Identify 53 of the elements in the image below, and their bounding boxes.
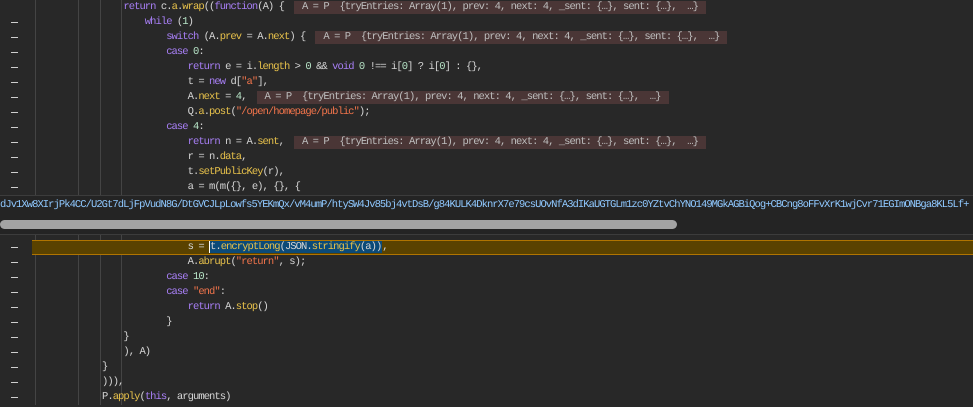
dash-icon[interactable] — [11, 322, 18, 324]
code-line: P.apply(this, arguments) — [100, 390, 230, 405]
inline-value-hint: A = P {tryEntries: Array(1), prev: 4, next: 4, _sent: {…}, sent: {…}, …} — [294, 1, 706, 14]
code-line: ))), — [100, 375, 124, 390]
dash-icon[interactable] — [11, 366, 18, 368]
dash-icon[interactable] — [11, 82, 18, 84]
code-line: } — [100, 360, 108, 375]
dash-icon[interactable] — [11, 262, 18, 264]
inline-value-hint: A = P {tryEntries: Array(1), prev: 4, next: 4, _sent: {…}, sent: {…}, …} — [315, 31, 728, 44]
inline-value-hint: A = P {tryEntries: Array(1), prev: 4, next: 4, _sent: {…}, sent: {…}, …} — [256, 91, 668, 104]
code-line: return e = i.length > 0 && void 0 !== i[0] ? i[0] : {}, — [186, 60, 482, 75]
code-line: return n = A.sent, — [186, 135, 284, 150]
code-line: a = m(m({}, e), {}, { — [186, 180, 300, 195]
code-line: A.next = 4, — [186, 90, 247, 105]
code-line: t.setPublicKey(r), — [186, 165, 284, 180]
code-line: case 0: — [165, 45, 204, 60]
dash-icon[interactable] — [11, 126, 18, 128]
code-line: while (1) — [144, 15, 193, 30]
code-line: case 10: — [165, 270, 210, 285]
dash-icon[interactable] — [11, 172, 18, 174]
scrollbar-thumb[interactable] — [0, 220, 677, 229]
code-line: return A.stop() — [186, 300, 268, 315]
paused-code-line: s = t.encryptLong(JSON.stringify(a)), — [186, 240, 388, 255]
code-line: A.abrupt("return", s); — [186, 255, 306, 270]
code-line: Q.a.post("/open/homepage/public"); — [186, 105, 370, 120]
code-line: } — [122, 330, 129, 345]
code-line: return c.a.wrap((function(A) { — [122, 0, 284, 15]
tooltip-value: dJv1Xw8XIrjPk4CC/U2Gt7dLjFpVudN8G/DtGVCJLpLowfs5YEKmQx/vM4umP/htySW4Jv85bj4vtDsB/g84KULK4DknrX7e79csUOvNfA3dIKaUGTGLm1zc0YZtvChYNO149MGkAGBiQog+CBCng8oFFvXrK1wjCvr71EGImONBga8KL5Lf+ — [0, 198, 970, 213]
code-line: switch (A.prev = A.next) { — [165, 30, 306, 45]
dash-icon[interactable] — [11, 36, 18, 38]
inline-value-hint: A = P {tryEntries: Array(1), prev: 4, next: 4, _sent: {…}, sent: {…}, …} — [294, 136, 706, 149]
dash-icon[interactable] — [11, 112, 18, 114]
dash-icon[interactable] — [11, 66, 18, 68]
dash-icon[interactable] — [11, 96, 18, 98]
dash-icon[interactable] — [11, 276, 18, 278]
dash-icon[interactable] — [11, 292, 18, 294]
dash-icon[interactable] — [11, 396, 18, 398]
dash-icon[interactable] — [11, 336, 18, 338]
dash-icon[interactable] — [11, 246, 18, 248]
dash-icon[interactable] — [11, 142, 18, 144]
code-line: case 4: — [165, 120, 204, 135]
dash-icon[interactable] — [11, 352, 18, 354]
dash-icon[interactable] — [11, 52, 18, 54]
code-line: case "end": — [165, 285, 226, 300]
dash-icon[interactable] — [11, 186, 18, 188]
code-line: } — [165, 315, 172, 330]
code-line: r = n.data, — [186, 150, 246, 165]
code-line: ), A) — [122, 345, 150, 360]
code-line: t = new d["a"], — [186, 75, 268, 90]
dash-icon[interactable] — [11, 306, 18, 308]
dash-icon[interactable] — [11, 156, 18, 158]
dash-icon[interactable] — [11, 22, 18, 24]
dash-icon[interactable] — [11, 382, 18, 384]
